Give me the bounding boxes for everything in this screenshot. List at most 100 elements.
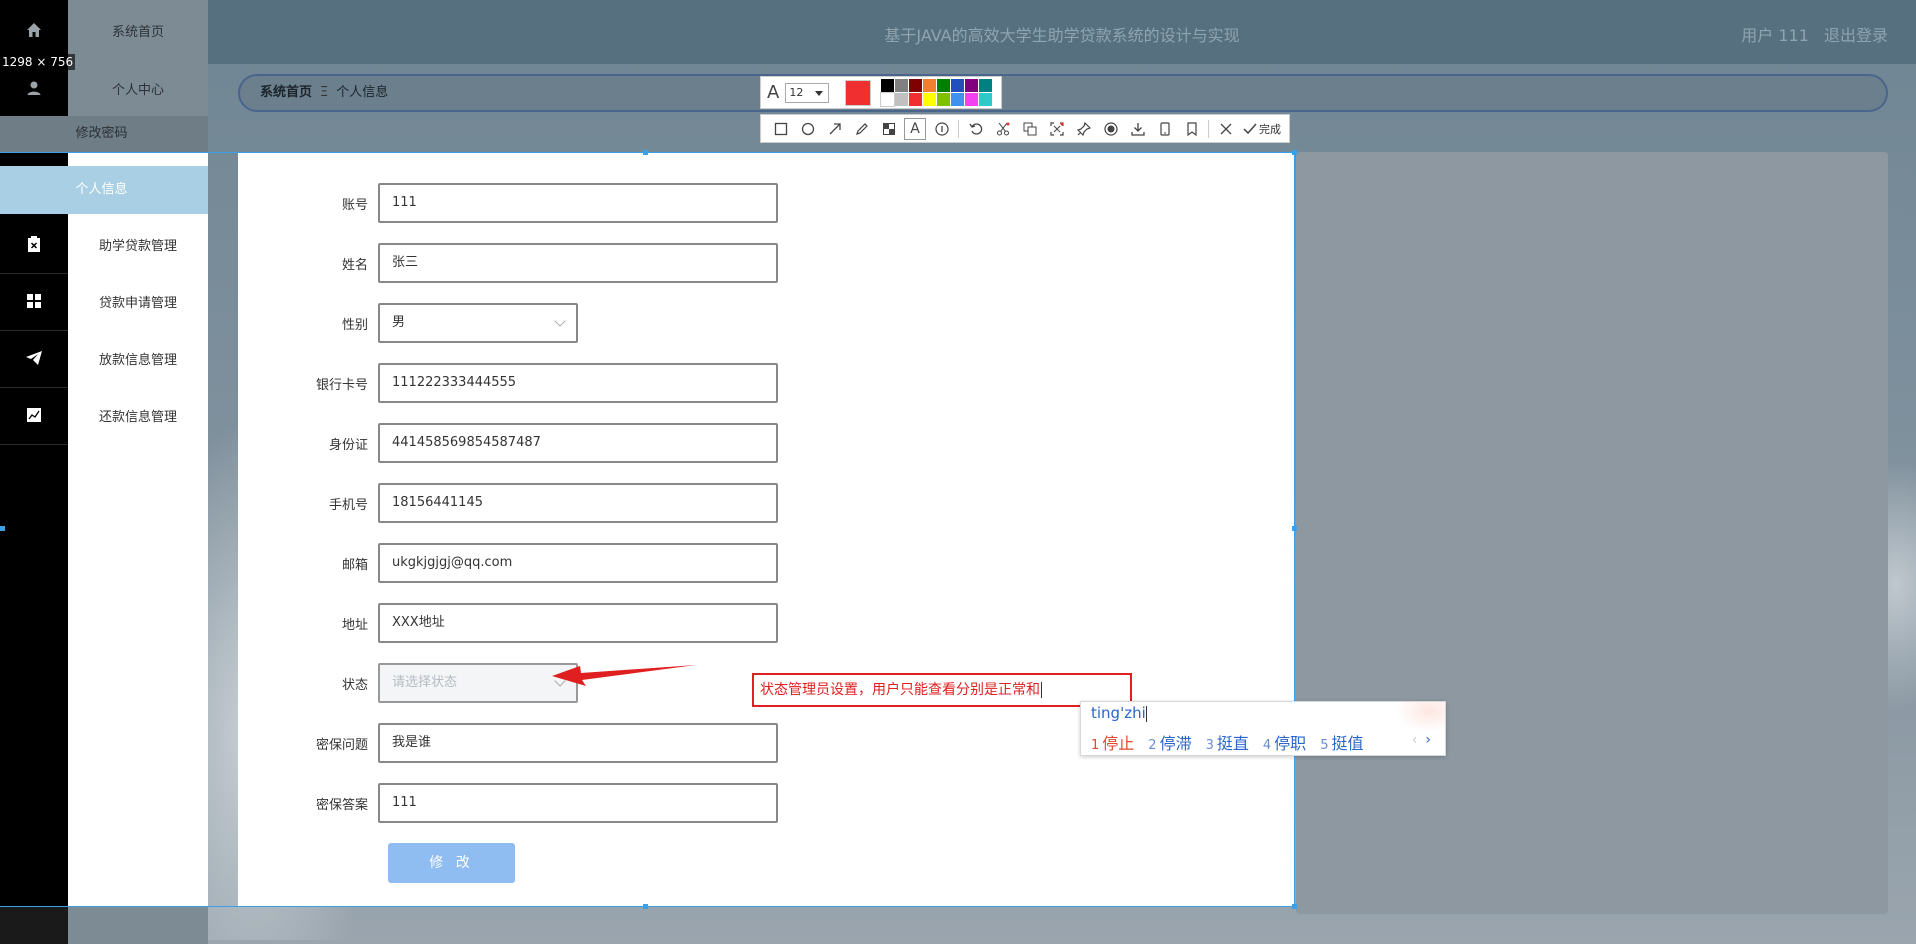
pencil-icon[interactable] bbox=[848, 115, 875, 142]
color-swatch[interactable] bbox=[965, 79, 979, 92]
font-size-select[interactable]: 12 bbox=[785, 82, 830, 103]
sidebar-item-repay-mgmt[interactable]: 还款信息管理 bbox=[0, 387, 208, 443]
email-input[interactable]: ukgkjgjgj@qq.com bbox=[378, 543, 778, 583]
download-icon[interactable] bbox=[1124, 115, 1151, 142]
home-icon bbox=[0, 22, 68, 38]
form-row-status: 状态 请选择状态 bbox=[238, 663, 578, 703]
sidebar-sub-change-password[interactable]: 修改密码 bbox=[0, 116, 208, 152]
ocr-icon[interactable] bbox=[1043, 115, 1070, 142]
color-swatch[interactable] bbox=[965, 93, 979, 106]
breadcrumb-home[interactable]: 系统首页 bbox=[260, 85, 312, 100]
security-answer-input[interactable]: 111 bbox=[378, 783, 778, 823]
field-label: 性别 bbox=[341, 317, 368, 333]
red-arrow-annotation bbox=[552, 665, 696, 686]
selection-handle[interactable] bbox=[643, 150, 648, 155]
form-row-email: 邮箱 ukgkjgjgj@qq.com bbox=[238, 543, 778, 583]
color-swatch[interactable] bbox=[951, 93, 965, 106]
selection-handle[interactable] bbox=[0, 526, 5, 531]
security-question-input[interactable]: 我是谁 bbox=[378, 723, 778, 763]
ime-candidate[interactable]: 1 停止 bbox=[1091, 730, 1134, 754]
system-title: 基于JAVA的高效大学生助学贷款系统的设计与实现 bbox=[884, 26, 1240, 45]
annotation-text: 状态管理员设置，用户只能查看分别是正常和 bbox=[760, 682, 1040, 698]
sidebar-separator bbox=[0, 444, 68, 445]
font-icon: A bbox=[767, 82, 780, 103]
grid-icon bbox=[0, 294, 68, 308]
color-swatch[interactable] bbox=[937, 79, 951, 92]
header-user-area: 用户 111 退出登录 bbox=[1731, 22, 1888, 46]
ime-candidate[interactable]: 2 停滞 bbox=[1148, 730, 1191, 754]
color-swatch[interactable] bbox=[880, 92, 896, 107]
sidebar-item-home[interactable]: 系统首页 bbox=[0, 2, 208, 58]
background-panel bbox=[1296, 152, 1888, 914]
user-icon bbox=[0, 80, 68, 96]
color-swatch[interactable] bbox=[979, 79, 993, 92]
gender-select[interactable]: 男 bbox=[378, 303, 578, 343]
field-label: 密保问题 bbox=[315, 737, 368, 753]
arrow-icon[interactable] bbox=[821, 115, 848, 142]
form-row-name: 姓名 张三 bbox=[238, 243, 778, 283]
ime-pinyin-text: ting'zhi bbox=[1091, 704, 1146, 722]
bank-card-input[interactable]: 111222333444555 bbox=[378, 363, 778, 403]
color-swatch[interactable] bbox=[951, 79, 965, 92]
field-label: 姓名 bbox=[341, 257, 368, 273]
sidebar-sub-personal-info[interactable]: 个人信息 bbox=[0, 166, 208, 214]
color-swatch[interactable] bbox=[979, 93, 993, 106]
ime-next-page-icon[interactable]: › bbox=[1425, 732, 1431, 748]
pin-icon[interactable] bbox=[1070, 115, 1097, 142]
rectangle-icon[interactable] bbox=[767, 115, 794, 142]
finish-button[interactable]: 完成 bbox=[1243, 121, 1281, 137]
form-row-security-question: 密保问题 我是谁 bbox=[238, 723, 778, 763]
sidebar-dim-overlay-bottom bbox=[68, 906, 208, 944]
ellipse-icon[interactable] bbox=[794, 115, 821, 142]
color-swatch[interactable] bbox=[895, 93, 909, 106]
selection-handle[interactable] bbox=[1292, 904, 1297, 909]
current-color-swatch[interactable] bbox=[845, 79, 872, 106]
phone-input[interactable]: 18156441145 bbox=[378, 483, 778, 523]
top-header: 基于JAVA的高效大学生助学贷款系统的设计与实现 用户 111 退出登录 bbox=[208, 0, 1916, 64]
check-icon bbox=[1243, 123, 1257, 134]
sidebar-item-label: 贷款申请管理 bbox=[98, 295, 177, 311]
phone-icon[interactable] bbox=[1151, 115, 1178, 142]
close-icon[interactable] bbox=[1212, 115, 1239, 142]
translate-icon[interactable] bbox=[1016, 115, 1043, 142]
text-annotation-box[interactable]: 状态管理员设置，用户只能查看分别是正常和 bbox=[752, 673, 1132, 707]
name-input[interactable]: 张三 bbox=[378, 243, 778, 283]
form-row-gender: 性别 男 bbox=[238, 303, 578, 343]
number-marker-icon[interactable] bbox=[928, 115, 955, 142]
mosaic-icon[interactable] bbox=[875, 115, 902, 142]
status-placeholder: 请选择状态 bbox=[392, 675, 458, 690]
ime-candidate[interactable]: 5 挺值 bbox=[1320, 730, 1363, 754]
selection-handle[interactable] bbox=[1292, 526, 1297, 531]
sidebar-item-loan-mgmt[interactable]: 助学贷款管理 bbox=[0, 216, 208, 272]
color-swatch[interactable] bbox=[909, 79, 923, 92]
modify-button[interactable]: 修 改 bbox=[388, 843, 515, 883]
undo-icon[interactable] bbox=[962, 115, 989, 142]
ime-candidate[interactable]: 3 挺直 bbox=[1206, 730, 1249, 754]
form-row-account: 账号 111 bbox=[238, 183, 778, 223]
ime-prev-page-icon[interactable]: ‹ bbox=[1412, 732, 1418, 748]
sidebar-rail-dim-bottom bbox=[0, 906, 68, 944]
logout-link[interactable]: 退出登录 bbox=[1824, 26, 1888, 45]
text-tool-icon[interactable]: A bbox=[904, 117, 926, 140]
color-swatch[interactable] bbox=[909, 93, 923, 106]
color-swatch[interactable] bbox=[881, 79, 895, 92]
selection-handle[interactable] bbox=[643, 904, 648, 909]
color-swatch[interactable] bbox=[895, 79, 909, 92]
address-input[interactable]: XXX地址 bbox=[378, 603, 778, 643]
color-swatch[interactable] bbox=[923, 93, 937, 106]
sidebar-item-apply-mgmt[interactable]: 贷款申请管理 bbox=[0, 273, 208, 329]
selection-handle[interactable] bbox=[1292, 150, 1297, 155]
color-swatch[interactable] bbox=[923, 79, 937, 92]
ime-candidate-window: ting'zhi 1 停止 2 停滞 3 挺直 4 停职 5 挺值 ‹ › bbox=[1080, 701, 1446, 756]
account-input[interactable]: 111 bbox=[378, 183, 778, 223]
ime-candidate[interactable]: 4 停职 bbox=[1263, 730, 1306, 754]
paper-plane-icon bbox=[0, 351, 68, 365]
scissors-icon[interactable] bbox=[989, 115, 1016, 142]
annotation-tools-toolbar: A 完成 bbox=[760, 114, 1290, 143]
bookmark-icon[interactable] bbox=[1178, 115, 1205, 142]
color-swatch[interactable] bbox=[937, 93, 951, 106]
text-caret bbox=[1041, 682, 1042, 698]
sidebar-item-disburse-mgmt[interactable]: 放款信息管理 bbox=[0, 330, 208, 386]
record-icon[interactable] bbox=[1097, 115, 1124, 142]
id-card-input[interactable]: 441458569854587487 bbox=[378, 423, 778, 463]
